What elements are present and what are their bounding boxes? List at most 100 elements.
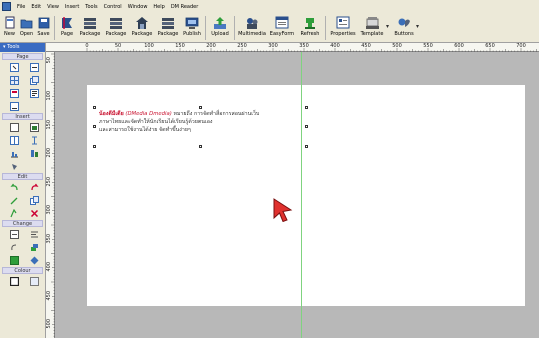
resize-handle[interactable] [305,145,308,148]
new-button[interactable]: New [1,13,18,41]
tools-panel-header[interactable]: ▾ Tools [0,43,45,52]
arrange-icon[interactable] [27,242,41,253]
tool-group-change: Change [0,220,45,266]
menu-view[interactable]: View [44,4,62,10]
ruler-label: 450 [46,291,52,301]
select-tool-icon[interactable] [7,62,21,73]
menu-insert[interactable]: Insert [62,4,82,10]
document-subtitle: (DMedia Dmedia) [125,111,172,117]
resize-icon[interactable] [7,229,21,240]
insert-text-cursor-icon[interactable] [27,135,41,146]
menu-help[interactable]: Help [150,4,167,10]
insert-text-icon[interactable] [7,122,21,133]
resize-handle[interactable] [305,106,308,109]
ruler-label: 450 [361,43,371,49]
text-line-2: ภาษาไทยและจัดทำให้นักเรียนได้เรียนรู้ด้ว… [99,119,213,125]
package-icon [109,15,123,30]
redo-icon[interactable] [27,182,41,193]
ruler-label: 150 [175,43,185,49]
insert-column-icon[interactable] [27,148,41,159]
save-button[interactable]: Save [35,13,52,41]
upload-button[interactable]: Upload [208,13,232,41]
page-layout-icon[interactable] [7,88,21,99]
template-dropdown-arrow[interactable]: ▾ [386,23,389,30]
buttons-dropdown-arrow[interactable]: ▾ [416,23,419,30]
page-delete-icon[interactable] [7,101,21,112]
insert-image-icon[interactable] [27,122,41,133]
ruler-label: 250 [46,177,52,187]
ruler-label: 350 [299,43,309,49]
open-button[interactable]: Open [18,13,35,41]
package-button-4[interactable]: Package [155,13,181,41]
template-button[interactable]: Template [358,13,386,41]
rotate-icon[interactable] [7,242,21,253]
package-button-1[interactable]: Package [77,13,103,41]
menu-edit[interactable]: Edit [28,4,44,10]
delete-icon[interactable] [27,208,41,219]
page-properties-icon[interactable] [27,88,41,99]
foreground-color-icon[interactable] [7,276,21,287]
paste-icon[interactable] [7,208,21,219]
tool-group-title[interactable]: Change [2,220,43,227]
vertical-guide-line[interactable] [301,52,302,338]
text-frame[interactable]: น้องดีมีเดีย (DMedia Dmedia) หมายถึง การ… [93,106,308,148]
ruler-label: 200 [206,43,216,49]
copy-icon[interactable] [27,195,41,206]
new-page-icon[interactable] [27,62,41,73]
undo-icon[interactable] [7,182,21,193]
resize-handle[interactable] [93,125,96,128]
ruler-label: 350 [46,234,52,244]
page-grid-icon[interactable] [7,75,21,86]
resize-handle[interactable] [93,106,96,109]
fill-color-icon[interactable] [7,255,21,266]
resize-handle[interactable] [199,106,202,109]
tool-group-edit: Edit [0,173,45,219]
ruler-label: 700 [516,43,526,49]
template-icon [365,15,380,30]
resize-handle[interactable] [305,125,308,128]
menu-control[interactable]: Control [101,4,125,10]
publish-button[interactable]: Publish [181,13,203,41]
menu-file[interactable]: File [14,4,28,10]
ruler-label: 300 [268,43,278,49]
tool-group-title[interactable]: Page [2,53,43,60]
page-button[interactable]: Page [57,13,77,41]
text-line-1: น้องดีมีเดีย (DMedia Dmedia) หมายถึง การ… [99,110,304,118]
multimedia-button[interactable]: Multimedia [237,13,267,41]
ruler-label: 650 [485,43,495,49]
ruler-label: 0 [85,43,89,49]
resize-handle[interactable] [199,145,202,148]
tool-group-title[interactable]: Colour [2,267,43,274]
toolbar-separator [54,16,55,40]
tool-group-colour: Colour [0,267,45,287]
refresh-button[interactable]: Refresh [297,13,323,41]
refresh-icon [303,15,317,30]
package-button-2[interactable]: Package [103,13,129,41]
menu-tools[interactable]: Tools [82,4,100,10]
move-icon[interactable] [7,195,21,206]
duplicate-page-icon[interactable] [27,75,41,86]
package-button-3[interactable]: Package [129,13,155,41]
insert-chart-icon[interactable] [7,148,21,159]
easyform-icon [275,15,289,30]
align-icon[interactable] [27,229,41,240]
menu-window[interactable]: Window [125,4,151,10]
properties-button[interactable]: Properties [328,13,358,41]
resize-handle[interactable] [93,145,96,148]
vertical-ruler: 50 100 150 200 250 300 350 400 450 500 [46,52,55,338]
insert-shape-icon[interactable] [7,161,21,172]
easyform-button[interactable]: EasyForm [267,13,297,41]
text-frame-content[interactable]: น้องดีมีเดีย (DMedia Dmedia) หมายถึง การ… [99,110,304,134]
buttons-button[interactable]: Buttons [392,13,416,41]
insert-table-icon[interactable] [7,135,21,146]
new-document-icon [4,15,16,30]
border-color-icon[interactable] [27,255,41,266]
canvas-workspace[interactable]: น้องดีมีเดีย (DMedia Dmedia) หมายถึง การ… [55,52,539,338]
text-line-3: และสามารถใช้งานได้ง่าย จัดทำขึ้นง่ายๆ [99,127,191,133]
tool-group-title[interactable]: Edit [2,173,43,180]
document-title: น้องดีมีเดีย [99,111,124,117]
background-color-icon[interactable] [27,276,41,287]
ruler-label: 400 [330,43,340,49]
tool-group-title[interactable]: Insert [2,113,43,120]
menu-dm-reader[interactable]: DM Reader [168,4,201,10]
